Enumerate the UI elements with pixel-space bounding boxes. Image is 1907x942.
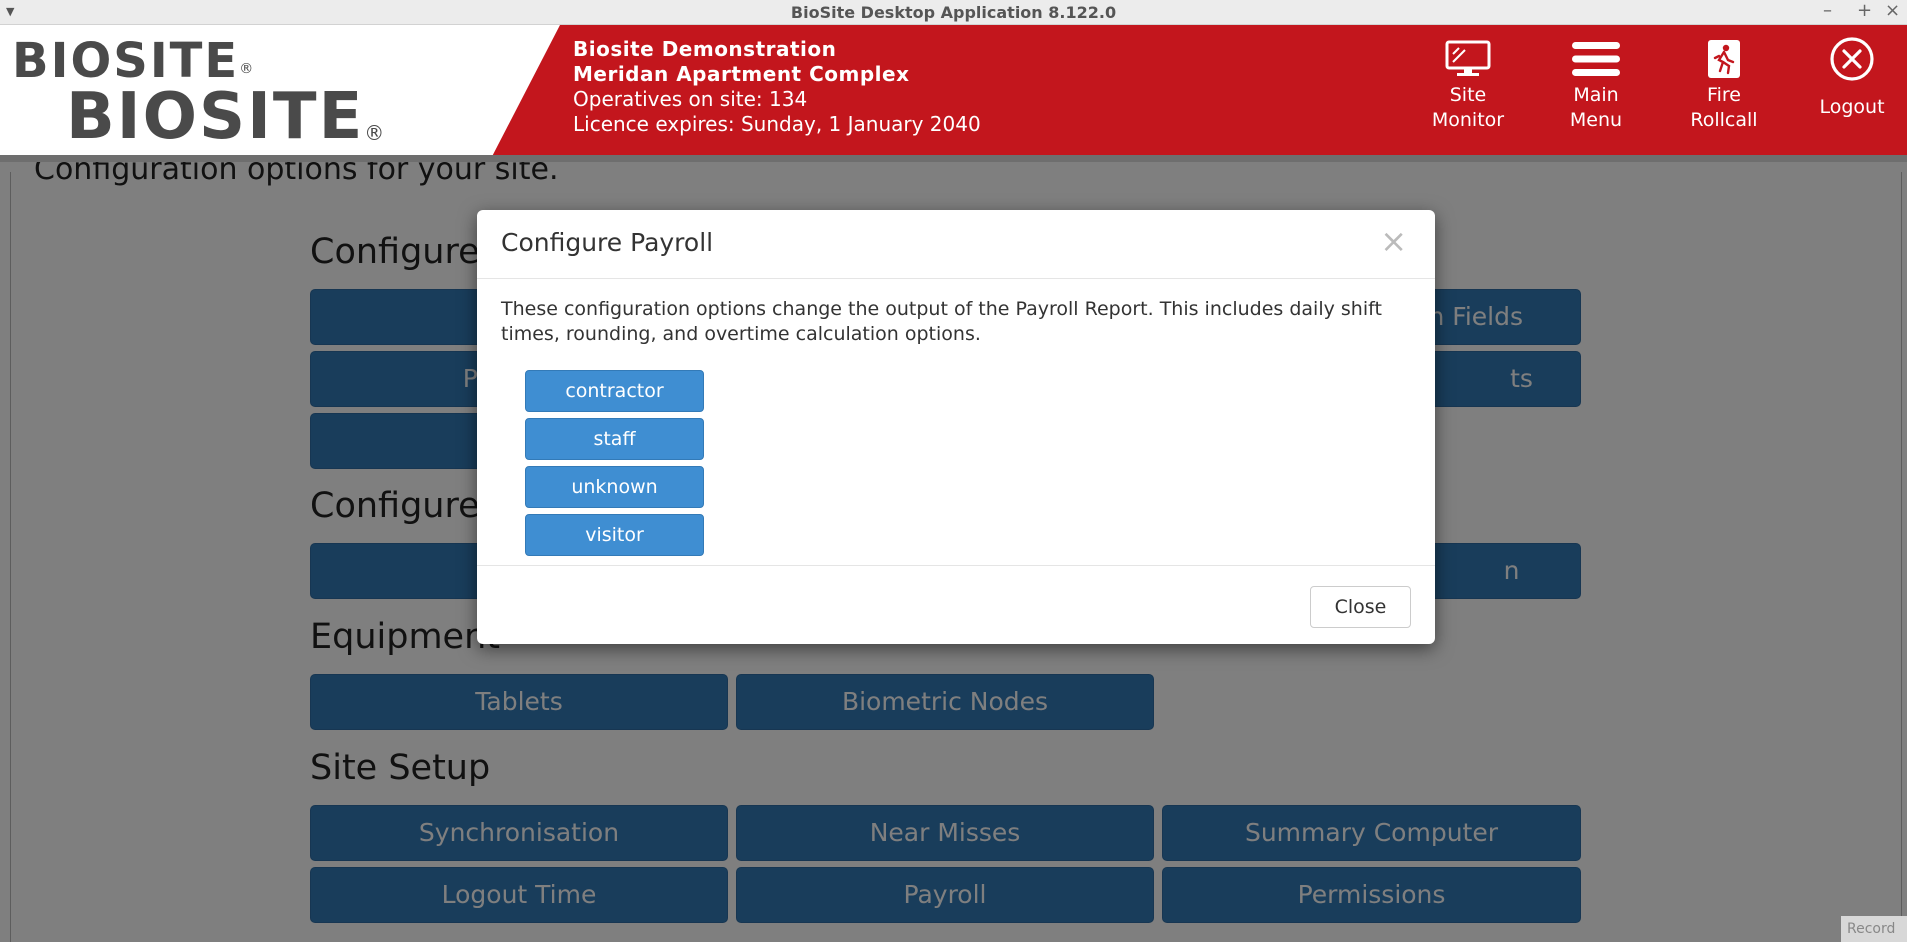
window-title: BioSite Desktop Application 8.122.0 (790, 3, 1117, 22)
modal-footer: Close (477, 565, 1435, 644)
modal-title: Configure Payroll (501, 228, 714, 257)
close-circle-icon (1830, 37, 1874, 81)
modal-description: These configuration options change the o… (501, 298, 1382, 345)
window-close-button[interactable]: × (1885, 0, 1900, 22)
fire-rollcall-button[interactable]: Fire Rollcall (1669, 35, 1779, 145)
modal-close-icon[interactable]: × (1380, 222, 1407, 260)
record-label: Record (1841, 916, 1907, 942)
window-titlebar: ▼ BioSite Desktop Application 8.122.0 – … (0, 0, 1907, 25)
monitor-icon (1445, 40, 1491, 76)
operatives-count: Operatives on site: 134 (573, 87, 808, 111)
logo-large: BIOSITE® (66, 80, 385, 154)
site-monitor-button[interactable]: Site Monitor (1413, 35, 1523, 145)
hamburger-icon (1572, 42, 1620, 76)
header-divider (0, 155, 1907, 162)
staff-button[interactable]: staff (525, 418, 704, 460)
contractor-button[interactable]: contractor (525, 370, 704, 412)
close-button[interactable]: Close (1310, 586, 1411, 628)
site-info: Biosite Demonstration Meridan Apartment … (573, 37, 981, 137)
main-menu-button[interactable]: Main Menu (1541, 35, 1651, 145)
licence-expiry: Licence expires: Sunday, 1 January 2040 (573, 112, 981, 136)
fire-exit-icon (1708, 40, 1740, 78)
site-name: Meridan Apartment Complex (573, 62, 910, 86)
app-header: BIOSITE® BIOSITE® Biosite Demonstration … (0, 25, 1907, 155)
configure-payroll-modal: Configure Payroll × These configuration … (477, 210, 1435, 644)
logo-panel: BIOSITE® BIOSITE® (0, 25, 560, 155)
logout-button[interactable]: Logout (1797, 35, 1907, 145)
visitor-button[interactable]: visitor (525, 514, 704, 556)
company-name: Biosite Demonstration (573, 37, 837, 61)
maximize-button[interactable]: + (1857, 0, 1872, 22)
unknown-button[interactable]: unknown (525, 466, 704, 508)
modal-body: These configuration options change the o… (477, 279, 1435, 565)
minimize-button[interactable]: – (1823, 0, 1832, 22)
modal-header: Configure Payroll × (477, 210, 1435, 279)
